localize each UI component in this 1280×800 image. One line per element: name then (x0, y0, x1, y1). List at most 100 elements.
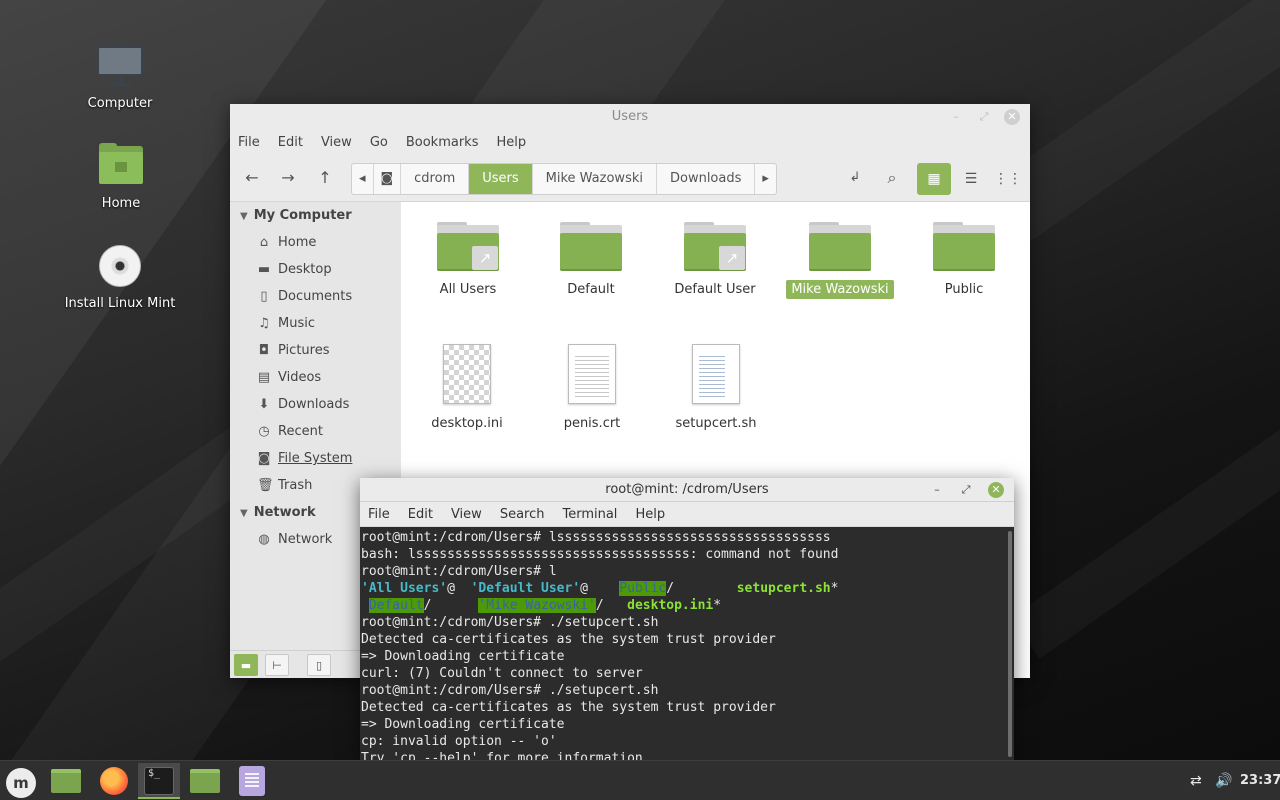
sidebar-item-documents[interactable]: ▯ Documents (230, 283, 401, 310)
terminal-line: Try 'cp --help' for more information. (361, 751, 651, 760)
terminal-ls-row: 'All Users'@ 'Default User'@ Public/ set… (361, 580, 1006, 597)
terminal-ls-row: Default/ 'Mike Wazowski'/ desktop.ini* (361, 597, 1006, 614)
file-manager-titlebar[interactable]: Users – ⤢ ✕ (230, 104, 1030, 130)
folder-item[interactable]: ↗ All Users (413, 222, 523, 299)
minimize-icon[interactable]: – (948, 109, 964, 125)
drive-icon[interactable]: ◙ (374, 164, 402, 194)
text-editor-launcher[interactable] (231, 763, 273, 799)
search-icon[interactable]: ⌕ (876, 163, 908, 193)
file-item[interactable]: penis.crt (537, 344, 647, 433)
menu-view[interactable]: View (451, 507, 482, 522)
menu-bookmarks[interactable]: Bookmarks (406, 135, 479, 150)
up-arrow-icon[interactable]: ↑ (309, 163, 341, 193)
ls-suffix: / (423, 598, 432, 613)
sidebar-item-recent[interactable]: ◷ Recent (230, 418, 401, 445)
desktop-icon-install-linux-mint[interactable]: Install Linux Mint (60, 242, 180, 311)
menu-help[interactable]: Help (496, 135, 526, 150)
show-desktop-button[interactable] (45, 763, 87, 799)
location-toggle-icon[interactable]: ↲ (839, 163, 871, 193)
files-launcher[interactable] (184, 763, 226, 799)
sidebar-item-label: Music (278, 316, 315, 331)
hide-sidebar-button[interactable]: ▯ (307, 654, 331, 676)
camera-icon: ◘ (258, 343, 270, 358)
ls-suffix: / (666, 581, 675, 596)
menu-search[interactable]: Search (500, 507, 545, 522)
menu-help[interactable]: Help (635, 507, 665, 522)
breadcrumb: ◂ ◙ cdrom Users Mike Wazowski Downloads … (351, 163, 777, 195)
maximize-icon[interactable]: ⤢ (976, 109, 992, 125)
icon-view-button[interactable]: ▦ (917, 163, 951, 195)
folder-item[interactable]: Public (909, 222, 1019, 299)
ls-entry: setupcert.sh (736, 581, 831, 596)
forward-arrow-icon[interactable]: → (272, 163, 304, 193)
folder-link-icon: ↗ (437, 222, 499, 272)
folder-icon (560, 222, 622, 272)
maximize-icon[interactable]: ⤢ (958, 482, 974, 498)
close-icon[interactable]: ✕ (988, 482, 1004, 498)
desktop-icon-label: Home (101, 196, 141, 211)
breadcrumb-cdrom[interactable]: cdrom (401, 164, 470, 194)
terminal-launcher[interactable]: $_ (138, 763, 180, 799)
terminal-output[interactable]: root@mint:/cdrom/Users# lsssssssssssssss… (360, 527, 1006, 760)
breadcrumb-mike-wazowski[interactable]: Mike Wazowski (533, 164, 657, 194)
menu-button[interactable]: m (0, 763, 42, 799)
clock-icon: ◷ (258, 424, 270, 439)
window-title: root@mint: /cdrom/Users (605, 482, 769, 497)
file-item[interactable]: setupcert.sh (661, 344, 771, 433)
folder-item[interactable]: Mike Wazowski (785, 222, 895, 299)
desktop-icon-home[interactable]: Home (61, 142, 181, 211)
tree-toggle-button[interactable]: ⊢ (265, 654, 289, 676)
menu-go[interactable]: Go (370, 135, 388, 150)
sidebar-item-desktop[interactable]: ▬ Desktop (230, 256, 401, 283)
close-icon[interactable]: ✕ (1004, 109, 1020, 125)
volume-icon[interactable]: 🔊 (1215, 761, 1232, 800)
terminal-line: root@mint:/cdrom/Users# lsssssssssssssss… (361, 530, 831, 545)
menu-file[interactable]: File (368, 507, 390, 522)
breadcrumb-downloads[interactable]: Downloads (657, 164, 756, 194)
menu-edit[interactable]: Edit (278, 135, 303, 150)
terminal-line: root@mint:/cdrom/Users# l (361, 564, 557, 579)
folder-item[interactable]: ↗ Default User (660, 222, 770, 299)
terminal-line: Detected ca-certificates as the system t… (361, 700, 776, 715)
sidebar-section-my-computer[interactable]: ▼ My Computer (230, 202, 401, 229)
path-left-chevron-icon[interactable]: ◂ (352, 164, 374, 194)
terminal-titlebar[interactable]: root@mint: /cdrom/Users – ⤢ ✕ (360, 478, 1014, 502)
menu-file[interactable]: File (238, 135, 260, 150)
minimize-icon[interactable]: – (929, 482, 945, 498)
drive-icon: ◙ (257, 451, 271, 466)
ls-entry: 'Default User' (470, 581, 581, 596)
folder-item[interactable]: Default (536, 222, 646, 299)
menu-terminal[interactable]: Terminal (562, 507, 617, 522)
firefox-launcher[interactable] (93, 763, 135, 799)
path-right-chevron-icon[interactable]: ▸ (755, 164, 776, 194)
sidebar-item-music[interactable]: ♫ Music (230, 310, 401, 337)
network-icon[interactable]: ⇄ (1190, 761, 1202, 800)
back-arrow-icon[interactable]: ← (236, 163, 268, 193)
folder-icon (933, 222, 995, 272)
show-desktop-icon (51, 769, 81, 793)
breadcrumb-users[interactable]: Users (469, 164, 533, 194)
terminal-icon: $_ (144, 767, 174, 795)
clock[interactable]: 23:37 (1240, 761, 1280, 800)
files-icon (190, 769, 220, 793)
item-name: penis.crt (563, 416, 621, 431)
sidebar-item-file-system[interactable]: ◙ File System (230, 445, 401, 472)
file-item[interactable]: desktop.ini (412, 344, 522, 433)
compact-view-button[interactable]: ⋮⋮ (991, 163, 1025, 195)
terminal-line: curl: (7) Couldn't connect to server (361, 666, 643, 681)
ls-entry: desktop.ini (627, 598, 714, 613)
sidebar-item-downloads[interactable]: ⬇ Downloads (230, 391, 401, 418)
sidebar-item-pictures[interactable]: ◘ Pictures (230, 337, 401, 364)
places-toggle-button[interactable]: ▬ (234, 654, 258, 676)
terminal-scrollbar[interactable] (1008, 531, 1012, 757)
sidebar-item-home[interactable]: ⌂ Home (230, 229, 401, 256)
list-view-button[interactable]: ☰ (954, 163, 988, 195)
sidebar-section-title: My Computer (253, 208, 352, 223)
sidebar-item-videos[interactable]: ▤ Videos (230, 364, 401, 391)
text-file-icon (568, 344, 616, 404)
menu-view[interactable]: View (321, 135, 352, 150)
menu-edit[interactable]: Edit (408, 507, 433, 522)
desktop-icon-computer[interactable]: Computer (60, 42, 180, 111)
collapse-icon: ▼ (240, 211, 248, 222)
ls-entry: Default (368, 598, 424, 613)
